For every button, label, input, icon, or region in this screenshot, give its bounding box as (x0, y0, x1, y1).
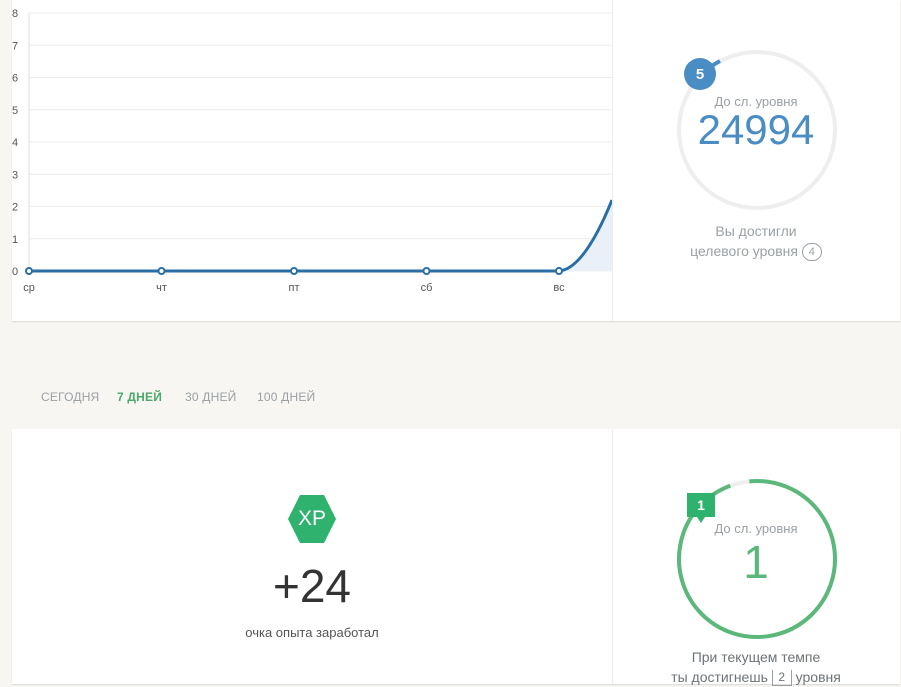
y-tick-label: 2 (12, 202, 18, 214)
goal-status: Вы достигли целевого уровня 4 (666, 221, 846, 262)
data-point[interactable] (157, 267, 166, 275)
pace-forecast: При текущем темпе ты достигнешь 2 уровня (656, 647, 856, 687)
y-tick-label: 4 (12, 137, 18, 149)
y-tick-label: 8 (12, 8, 18, 20)
points-to-next-level-wrap: 24994 (666, 106, 846, 154)
xp-summary-card: XP +24 очка опыта заработал 1 До сл. уро… (12, 429, 900, 687)
xp-badge-label: XP (297, 507, 326, 530)
points-to-next-level: 1 (743, 536, 769, 588)
y-tick-label: 1 (12, 234, 18, 246)
pace-line-2-post: уровня (795, 669, 841, 685)
level-badge-number: 1 (697, 497, 705, 513)
y-tick-label: 3 (12, 169, 18, 181)
goal-line-1: Вы достигли (715, 223, 797, 239)
tab-7-days[interactable]: 7 ДНЕЙ (117, 390, 162, 404)
y-tick-label: 6 (12, 73, 18, 85)
tab-100-days[interactable]: 100 ДНЕЙ (257, 390, 315, 404)
data-point[interactable] (290, 267, 298, 275)
xp-earned-value: +24 (272, 560, 352, 612)
data-point[interactable] (555, 267, 563, 275)
activity-line-chart: 0 1 2 3 4 5 6 7 8 ср чт пт сб вс (12, 8, 614, 294)
series-area (559, 200, 612, 271)
pace-line-2: ты достигнешь 2 уровня (656, 667, 856, 687)
activity-chart-card: 0 1 2 3 4 5 6 7 8 ср чт пт сб вс 5 До сл. уровня 2499… (12, 0, 900, 321)
x-tick-label: сб (421, 282, 433, 294)
next-level-caption: До сл. уровня (714, 521, 798, 536)
y-tick-label: 7 (12, 40, 18, 52)
pace-line-1: При текущем темпе (691, 649, 821, 665)
y-tick-label: 0 (12, 266, 18, 278)
x-tick-label: вс (553, 282, 565, 294)
tab-30-days[interactable]: 30 ДНЕЙ (185, 390, 237, 404)
data-point[interactable] (422, 267, 431, 275)
series-line (29, 199, 614, 273)
card-divider (612, 0, 613, 321)
card-divider (612, 429, 613, 684)
data-point[interactable] (25, 267, 33, 275)
pace-line-2-pre: ты достигнешь (671, 669, 768, 685)
level-badge-number: 5 (695, 65, 705, 83)
tab-today[interactable]: СЕГОДНЯ (41, 390, 99, 404)
x-tick-label: пт (289, 282, 300, 294)
goal-line-2: целевого уровня 4 (666, 241, 846, 262)
xp-earned-caption: очка опыта заработал (245, 625, 379, 640)
level-badge: 1 (687, 493, 715, 523)
goal-line-2-text: целевого уровня (690, 243, 798, 259)
y-tick-label: 5 (12, 105, 18, 117)
points-to-next-level: 24994 (697, 106, 815, 153)
points-to-next-level-wrap: 1 (666, 535, 846, 589)
level-badge: 5 (684, 58, 716, 90)
next-level-caption-wrap: До сл. уровня (666, 521, 846, 536)
x-tick-label: чт (156, 282, 167, 294)
x-tick-label: ср (23, 282, 35, 294)
goal-level-number: 4 (801, 243, 822, 262)
